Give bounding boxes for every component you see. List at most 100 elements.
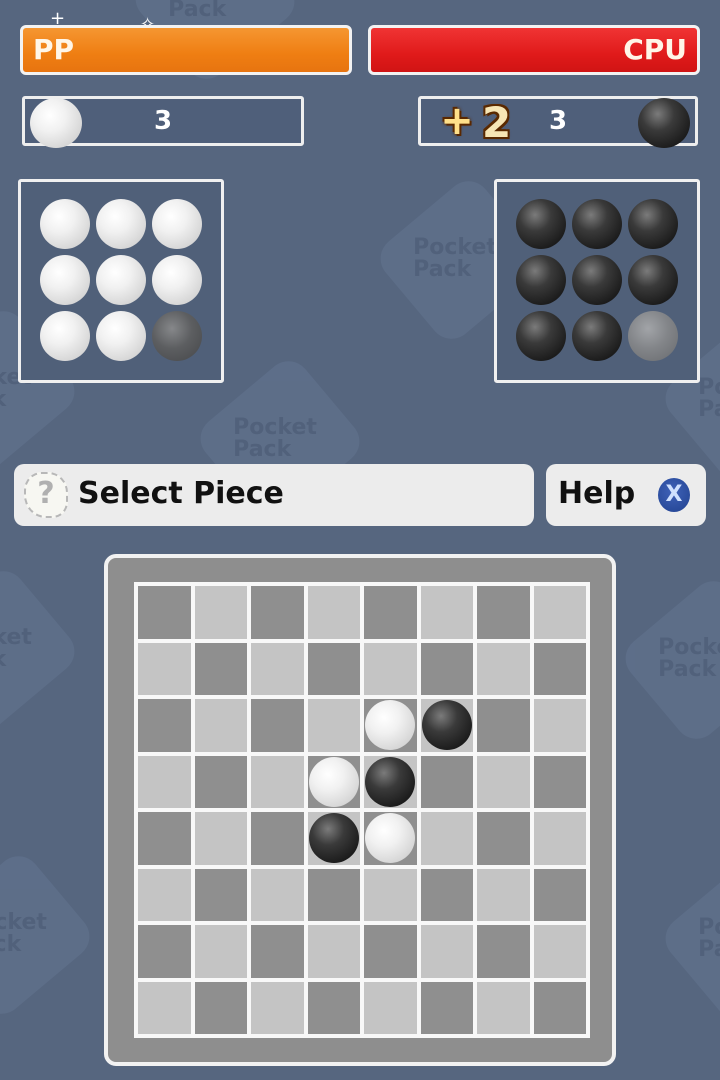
black-stone	[516, 199, 566, 249]
board-cell[interactable]	[533, 812, 586, 865]
cpu-stone-tray	[494, 179, 700, 383]
board-cell[interactable]	[307, 699, 360, 752]
watermark-logo: Pocket Pack	[0, 562, 84, 738]
white-stone	[96, 255, 146, 305]
board-cell[interactable]	[533, 868, 586, 921]
board-cell[interactable]	[251, 642, 304, 695]
board-cell[interactable]	[477, 981, 530, 1034]
black-stone	[516, 311, 566, 361]
bonus-value: 2	[482, 98, 512, 147]
board-cell[interactable]	[138, 755, 191, 808]
black-stone	[628, 199, 678, 249]
watermark-logo: Pocket Pack	[616, 572, 720, 748]
black-piece	[308, 813, 359, 863]
x-button-icon: X	[658, 478, 690, 512]
white-piece	[365, 700, 415, 750]
help-button[interactable]: Help X	[546, 464, 706, 526]
board-cell[interactable]	[477, 699, 530, 752]
black-stone	[516, 255, 566, 305]
board-cell[interactable]	[533, 925, 586, 978]
board-cell[interactable]	[307, 586, 360, 639]
board-cell[interactable]	[251, 925, 304, 978]
watermark-logo: Pocket Pack	[0, 847, 99, 1023]
used-stone-slot	[628, 311, 678, 361]
status-message-box: ? Select Piece	[14, 464, 534, 526]
board-cell[interactable]	[533, 586, 586, 639]
board-cell[interactable]	[477, 642, 530, 695]
player-name-bar: PP	[20, 25, 352, 75]
board-cell[interactable]	[251, 812, 304, 865]
board-cell[interactable]	[364, 981, 417, 1034]
cpu-name: CPU	[623, 33, 687, 66]
board-cell[interactable]	[364, 586, 417, 639]
black-stone-icon	[638, 98, 690, 148]
board-cell[interactable]	[138, 699, 191, 752]
board-cell[interactable]	[194, 642, 247, 695]
board-cell[interactable]	[533, 642, 586, 695]
black-piece	[365, 756, 415, 807]
white-piece	[365, 813, 415, 863]
board-cell[interactable]	[307, 642, 360, 695]
board-cell[interactable]	[251, 586, 304, 639]
white-stone	[96, 311, 146, 361]
board-cell[interactable]	[194, 981, 247, 1034]
board-cell[interactable]	[138, 925, 191, 978]
black-stone	[572, 311, 622, 361]
black-stone	[628, 255, 678, 305]
board-cell[interactable]	[138, 812, 191, 865]
black-piece	[421, 700, 472, 750]
board-cell[interactable]	[533, 755, 586, 808]
white-piece	[308, 756, 359, 807]
board-cell[interactable]	[251, 981, 304, 1034]
board-cell[interactable]	[533, 981, 586, 1034]
board-cell[interactable]	[477, 868, 530, 921]
board-cell[interactable]	[251, 868, 304, 921]
board-cell[interactable]	[420, 868, 473, 921]
board-cell[interactable]	[194, 699, 247, 752]
cpu-name-bar: CPU	[368, 25, 700, 75]
board-cell[interactable]	[138, 586, 191, 639]
board-cell[interactable]	[251, 755, 304, 808]
board-cell[interactable]	[420, 812, 473, 865]
board-cell[interactable]	[138, 868, 191, 921]
board-cell[interactable]	[477, 925, 530, 978]
board-cell[interactable]	[194, 925, 247, 978]
board-cell[interactable]	[138, 642, 191, 695]
board-cell[interactable]	[420, 981, 473, 1034]
watermark-logo: Pocket Pack	[656, 852, 720, 1028]
board-cell[interactable]	[194, 755, 247, 808]
board-cell[interactable]	[307, 868, 360, 921]
board-cell[interactable]	[364, 925, 417, 978]
white-stone	[152, 255, 202, 305]
board-cell[interactable]	[194, 868, 247, 921]
board-cell[interactable]	[477, 586, 530, 639]
board-cell[interactable]	[420, 642, 473, 695]
board-cell[interactable]	[533, 699, 586, 752]
board-cell[interactable]	[251, 699, 304, 752]
status-message: Select Piece	[78, 476, 284, 511]
board-cell[interactable]	[307, 925, 360, 978]
board-cell[interactable]	[138, 981, 191, 1034]
game-board	[134, 582, 590, 1038]
cpu-score: 3	[548, 106, 568, 136]
black-stone	[572, 199, 622, 249]
white-stone	[152, 199, 202, 249]
board-cell[interactable]	[477, 812, 530, 865]
board-cell[interactable]	[364, 868, 417, 921]
help-label: Help	[558, 476, 636, 511]
board-cell[interactable]	[307, 981, 360, 1034]
board-cell[interactable]	[477, 755, 530, 808]
board-cell[interactable]	[420, 755, 473, 808]
white-stone	[96, 199, 146, 249]
board-cell[interactable]	[420, 925, 473, 978]
player-score: 3	[153, 106, 173, 136]
black-stone	[572, 255, 622, 305]
board-cell[interactable]	[194, 586, 247, 639]
player-stone-tray	[18, 179, 224, 383]
used-stone-slot	[152, 311, 202, 361]
board-cell[interactable]	[194, 812, 247, 865]
white-stone	[40, 255, 90, 305]
plus-icon: +	[440, 98, 474, 144]
board-cell[interactable]	[364, 642, 417, 695]
board-cell[interactable]	[420, 586, 473, 639]
